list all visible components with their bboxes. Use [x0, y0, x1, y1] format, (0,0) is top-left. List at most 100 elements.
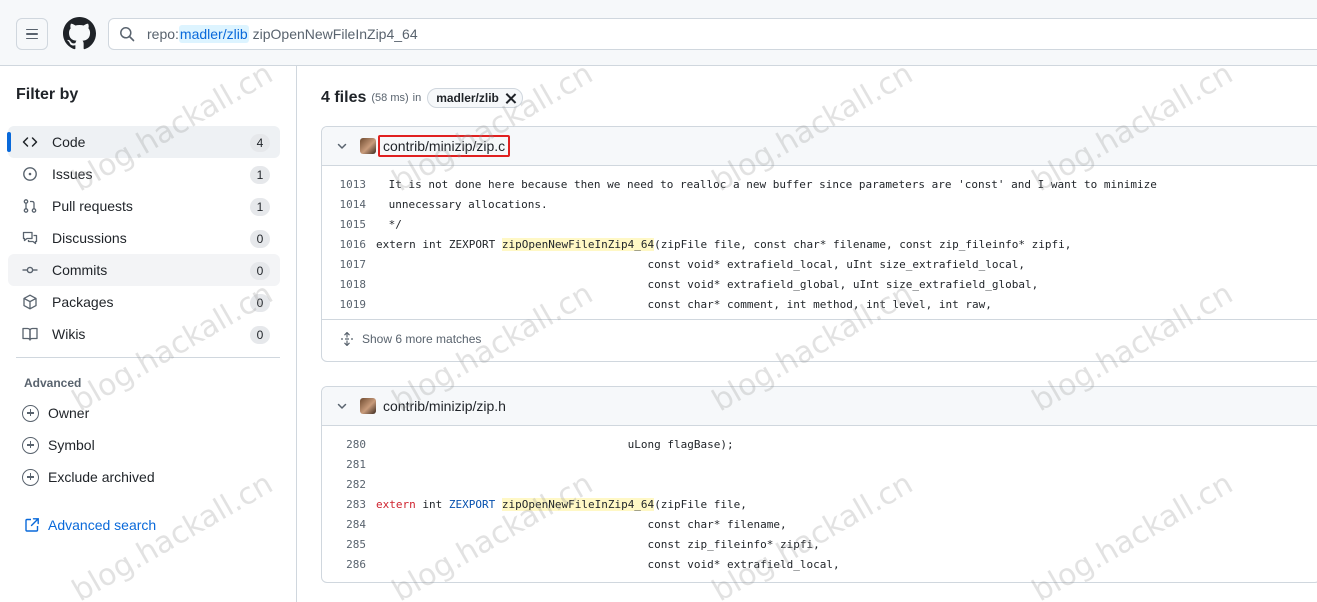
result-card-header: contrib/minizip/zip.h [322, 387, 1317, 426]
advanced-title: Advanced [24, 376, 82, 390]
menu-button[interactable] [16, 18, 48, 50]
line-number: 286 [346, 557, 366, 571]
filter-item-discussions[interactable]: Discussions 0 [8, 222, 280, 254]
file-path-link[interactable]: contrib/minizip/zip.c [378, 135, 511, 157]
match-highlight: zipOpenNewFileInZip4_64 [501, 497, 655, 511]
filter-item-label: Packages [52, 294, 114, 310]
search-repo-token: madler/zlib [178, 25, 249, 43]
git-commit-icon [22, 262, 38, 278]
search-qualifier: repo: [147, 26, 179, 42]
code-text: It is not done here because then we need… [366, 178, 1157, 191]
code-text: const void* extrafield_local, uInt size_… [366, 257, 1026, 271]
line-number: 1014 [339, 197, 367, 211]
code-line: 286 const void* extrafield_local, [322, 554, 1317, 574]
code-segment: const char* comment, int method, int lev… [376, 297, 992, 311]
results-time: (58 ms) [371, 92, 409, 104]
filter-item-count: 0 [250, 262, 270, 280]
code-line: 1019 const char* comment, int method, in… [322, 294, 1317, 314]
chevron-down-icon[interactable] [336, 140, 348, 152]
code-snippet: 1013 It is not done here because then we… [322, 166, 1317, 314]
line-number: 282 [346, 477, 366, 491]
line-number: 1019 [339, 297, 367, 311]
result-card: contrib/minizip/zip.c 1013 It is not don… [321, 126, 1317, 362]
code-segment: (zipFile file, const char* filename, con… [654, 237, 1072, 251]
advanced-search-link[interactable]: Advanced search [24, 517, 156, 533]
global-header: repo: madler/zlib zipOpenNewFileInZip4_64 [0, 0, 1317, 66]
code-text: const char* filename, [366, 518, 787, 531]
filter-item-label: Code [52, 134, 86, 150]
code-text: extern int ZEXPORT zipOpenNewFileInZip4_… [366, 497, 747, 511]
filter-item-count: 4 [250, 134, 270, 152]
code-text: extern int ZEXPORT zipOpenNewFileInZip4_… [366, 237, 1072, 251]
filter-item-code[interactable]: Code 4 [7, 126, 280, 158]
unfold-icon [341, 331, 353, 346]
advanced-item-label: Owner [48, 405, 90, 421]
filter-item-label: Commits [52, 262, 108, 278]
search-input[interactable]: repo: madler/zlib zipOpenNewFileInZip4_64 [108, 18, 1317, 50]
github-logo-icon[interactable] [63, 17, 96, 50]
match-highlight: zipOpenNewFileInZip4_64 [501, 237, 655, 251]
filter-item-label: Issues [52, 166, 93, 182]
code-line: 1014 unnecessary allocations. [322, 194, 1317, 214]
code-segment: uLong flagBase); [376, 437, 734, 451]
chevron-down-icon[interactable] [336, 400, 348, 412]
plus-circle-icon [22, 436, 39, 454]
code-line: 1013 It is not done here because then we… [322, 174, 1317, 194]
filter-item-count: 1 [250, 198, 270, 216]
line-number: 285 [346, 537, 366, 551]
line-number: 284 [346, 517, 366, 531]
advanced-symbol[interactable]: Symbol [16, 429, 280, 461]
code-text: unnecessary allocations. [366, 198, 548, 211]
line-number: 283 [346, 497, 366, 511]
result-card-header: contrib/minizip/zip.c [322, 127, 1317, 166]
search-icon [120, 27, 135, 42]
code-line: 280 uLong flagBase); [322, 434, 1317, 454]
repo-chip-label: madler/zlib [436, 91, 499, 105]
code-line: 285 const zip_fileinfo* zipfi, [322, 534, 1317, 554]
filter-item-wikis[interactable]: Wikis 0 [8, 318, 280, 350]
results-in: in [412, 92, 422, 104]
advanced-search-label: Advanced search [48, 517, 157, 533]
filter-nav: Code 4 Issues 1 Pull requests 1 Discussi… [7, 126, 280, 350]
code-segment: int [415, 497, 449, 511]
git-pull-request-icon [22, 198, 38, 214]
close-icon[interactable] [505, 93, 516, 104]
sidebar-divider [16, 357, 280, 358]
advanced-exclude-archived[interactable]: Exclude archived [16, 461, 280, 493]
code-text: const void* extrafield_global, uInt size… [366, 277, 1039, 291]
filter-item-packages[interactable]: Packages 0 [8, 286, 280, 318]
repo-filter-chip[interactable]: madler/zlib [427, 88, 523, 108]
code-segment: const void* extrafield_local, uInt size_… [376, 257, 1026, 271]
file-path-link[interactable]: contrib/minizip/zip.h [383, 398, 506, 414]
line-number: 1017 [339, 257, 367, 271]
advanced-owner[interactable]: Owner [16, 397, 280, 429]
line-number: 280 [346, 437, 366, 451]
macro-token: ZEXPORT [448, 497, 496, 511]
keyword-token: extern [376, 497, 416, 511]
code-segment: const zip_fileinfo* zipfi, [376, 537, 820, 551]
result-card: contrib/minizip/zip.h 280 uLong flagBase… [321, 386, 1317, 583]
code-segment: const void* extrafield_local, [376, 557, 840, 571]
issue-opened-icon [22, 166, 38, 182]
show-more-label: Show 6 more matches [362, 331, 482, 346]
filter-item-issues[interactable]: Issues 1 [8, 158, 280, 190]
code-text: */ [366, 218, 402, 231]
show-more-matches-button[interactable]: Show 6 more matches [322, 319, 1317, 357]
code-line: 1016 extern int ZEXPORT zipOpenNewFileInZ… [322, 234, 1317, 254]
filter-item-count: 0 [250, 326, 270, 344]
filter-sidebar: Filter by Code 4 Issues 1 Pull requests … [0, 66, 297, 602]
filter-item-pull-requests[interactable]: Pull requests 1 [8, 190, 280, 222]
selected-indicator [7, 132, 11, 152]
filter-item-label: Wikis [52, 326, 86, 342]
code-line: 1015 */ [322, 214, 1317, 234]
filter-item-label: Discussions [52, 230, 127, 246]
code-text: const zip_fileinfo* zipfi, [366, 538, 820, 551]
code-text: uLong flagBase); [366, 438, 734, 451]
filter-item-commits[interactable]: Commits 0 [8, 254, 280, 286]
link-external-icon [25, 518, 39, 532]
code-segment: const void* extrafield_global, uInt size… [376, 277, 1039, 291]
code-line: 1018 const void* extrafield_global, uInt… [322, 274, 1317, 294]
results-summary: 4 files (58 ms) in madler/zlib [321, 88, 523, 108]
plus-circle-icon [22, 468, 39, 486]
